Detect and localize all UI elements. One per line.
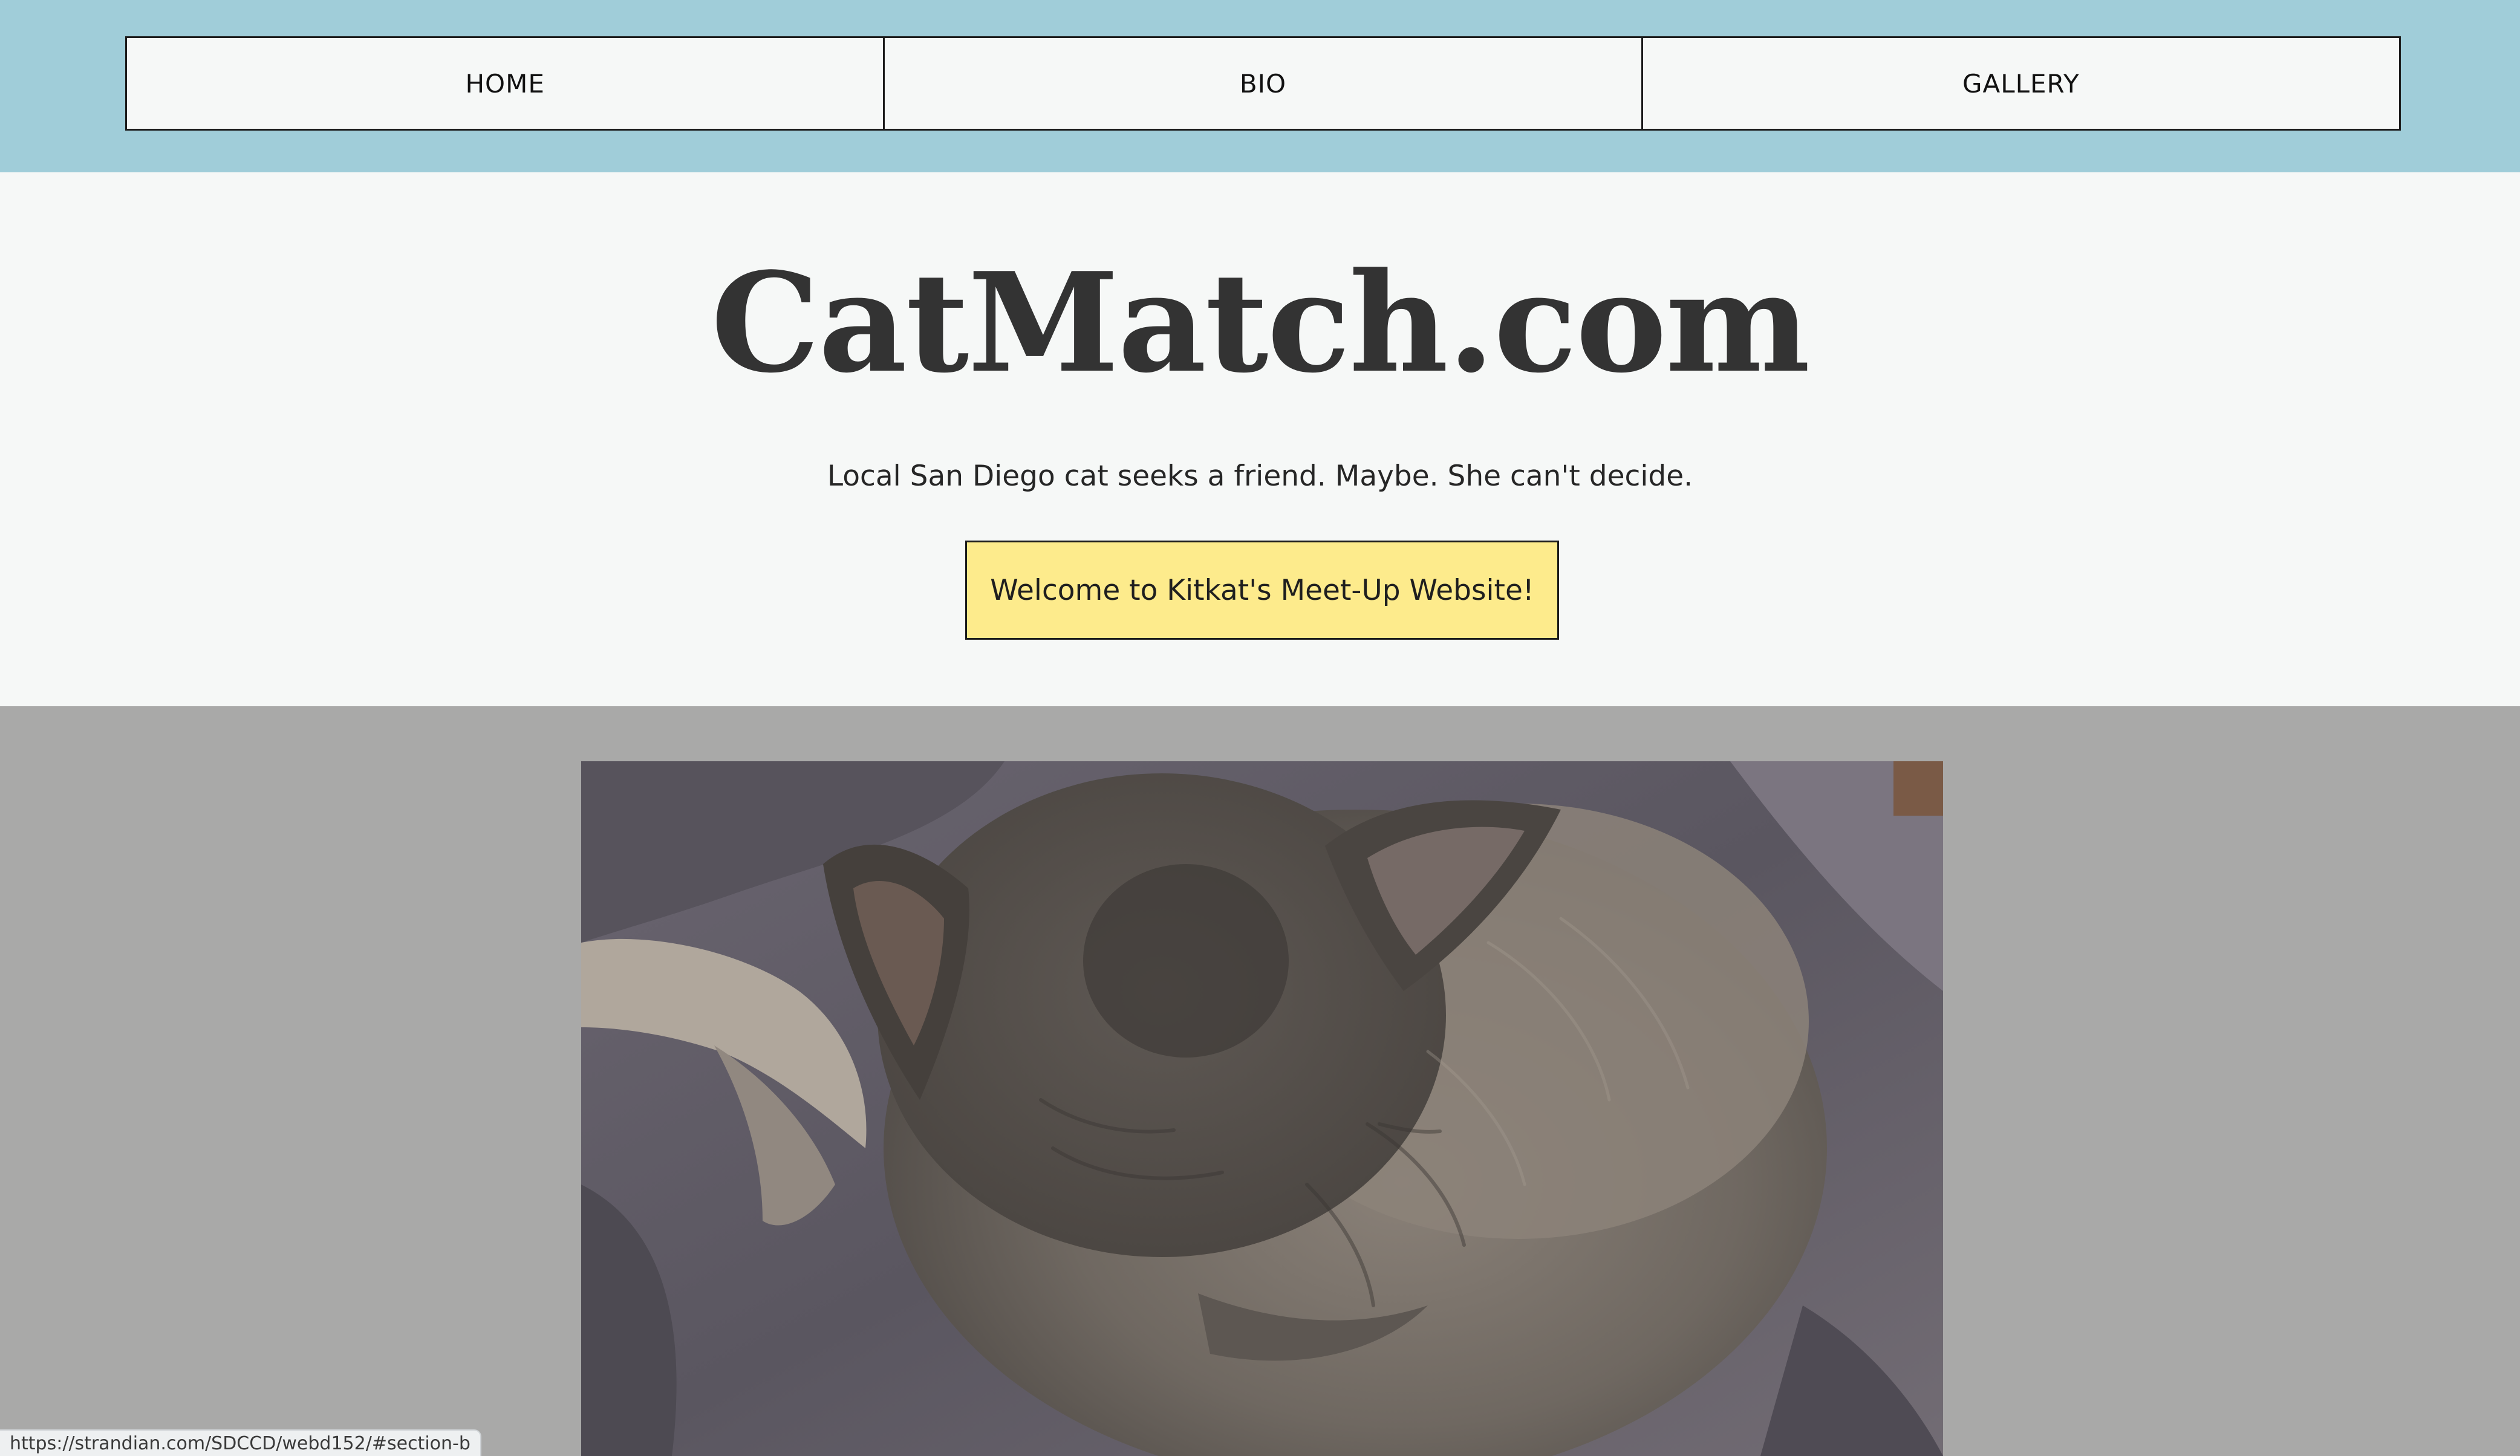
nav-link-gallery[interactable]: GALLERY [1641, 38, 2399, 129]
welcome-button[interactable]: Welcome to Kitkat's Meet-Up Website! [965, 541, 1559, 640]
main-nav: HOME BIO GALLERY [125, 36, 2401, 131]
cat-photo [581, 761, 1943, 1456]
status-bar-url: https://strandian.com/SDCCD/webd152/#sec… [0, 1429, 481, 1456]
tagline: Local San Diego cat seeks a friend. Mayb… [827, 460, 1693, 493]
nav-link-bio[interactable]: BIO [883, 38, 1641, 129]
top-navigation-bar: HOME BIO GALLERY [0, 0, 2520, 172]
hero-section: CatMatch.com Local San Diego cat seeks a… [0, 172, 2520, 706]
photo-section [0, 706, 2520, 1456]
nav-link-home[interactable]: HOME [127, 38, 883, 129]
site-title: CatMatch.com [711, 243, 1811, 403]
